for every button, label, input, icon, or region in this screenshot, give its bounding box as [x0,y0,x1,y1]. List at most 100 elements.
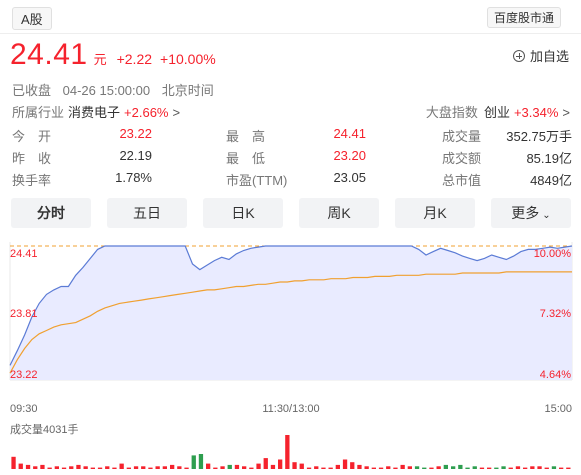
x-tick-label: 09:30 [10,403,38,415]
volume-bar [83,466,88,469]
stats-grid: 今 开 23.22 最 高 24.41 成交量 352.75万手 昨 收 22.… [12,126,572,192]
volume-bar [335,464,340,469]
volume-bar [213,467,218,469]
market-tag: A股 [12,7,52,30]
volume-bar [90,467,95,469]
volume-bar [458,464,463,469]
volume-bar [33,466,38,469]
chevron-right-icon: > [172,105,181,120]
plus-circle-icon [512,49,525,62]
tab-five-day[interactable]: 五日 [107,198,187,228]
volume-bar [314,466,319,469]
volume-bar [357,464,362,469]
volume-bar [69,466,74,469]
volume-bar [479,467,485,469]
stat-label: 昨 收 [12,151,52,166]
volume-bar [242,466,247,469]
x-tick-label: 15:00 [544,403,572,415]
y-right-tick-label: 7.32% [540,308,571,320]
volume-bar [263,458,268,469]
market-status: 已收盘 04-26 15:00:00 北京时间 [12,80,222,99]
stat-value: 23.05 [333,170,366,185]
volume-bar [551,466,557,469]
stat-value: 4849亿 [530,173,572,188]
volume-bar [25,464,31,469]
stat-label: 市盈(TTM) [226,173,288,188]
volume-bar [191,455,196,469]
volume-bar [126,467,131,469]
tab-daily-k[interactable]: 日K [203,198,283,228]
volume-bar [537,466,542,469]
volume-bar [451,466,456,469]
stats-row: 换手率 1.78% 市盈(TTM) 23.05 总市值 4849亿 [12,170,572,192]
tab-intraday[interactable]: 分时 [11,198,91,228]
stat-label: 最 高 [226,129,266,144]
volume-bar [429,467,434,469]
price-row: 24.41 元 +2.22 +10.00% [10,38,216,72]
volume-bar [234,464,240,469]
industry-label: 所属行业 [12,105,65,120]
volume-bar [18,463,23,469]
stats-row: 今 开 23.22 最 高 24.41 成交量 352.75万手 [12,126,572,148]
volume-bar [133,466,139,469]
market-index-label: 大盘指数 [425,105,478,120]
volume-bar [292,462,297,469]
volume-bar [162,466,167,469]
y-left-tick-label: 24.41 [10,248,38,260]
volume-bar [422,467,427,469]
industry-name: 消费电子 [68,105,121,120]
volume-bar [119,463,124,469]
volume-bar [177,466,182,469]
volume-bar [76,464,81,469]
volume-bar [508,467,513,469]
chevron-right-icon: > [562,105,570,120]
stat-label: 换手率 [12,173,52,188]
status-state: 已收盘 [12,83,52,98]
tab-label: 月K [423,205,447,221]
volume-bar [465,467,470,469]
tab-monthly-k[interactable]: 月K [395,198,475,228]
intraday-chart[interactable]: 24.41 23.81 23.22 10.00% 7.32% 4.64% 09:30 11:3… [0,240,581,475]
stat-label: 成交额 [442,151,482,166]
tab-weekly-k[interactable]: 周K [299,198,379,228]
volume-bar [148,467,153,469]
tab-label: 日K [231,205,255,221]
tab-label: 周K [327,205,351,221]
industry-link[interactable]: 所属行业 消费电子 +2.66% > [12,102,180,121]
volume-label: 成交量4031手 [10,422,78,436]
volume-bar [566,467,571,469]
volume-bar [47,467,52,469]
volume-bar [285,435,290,469]
volume-bar [472,466,477,469]
add-watchlist-button[interactable]: 加自选 [512,46,569,65]
stat-label: 最 低 [226,151,266,166]
stat-value: 24.41 [333,126,366,141]
volume-bar [328,467,333,469]
tab-more[interactable]: 更多 ⌄ [491,198,571,228]
volume-bar [378,467,384,469]
source-badge[interactable]: 百度股市通 [486,7,561,28]
stat-value: 22.19 [119,148,152,163]
chevron-down-icon: ⌄ [542,210,551,221]
volume-bar [523,467,528,469]
volume-bar [559,467,564,469]
volume-bar [206,463,211,469]
volume-bar [54,466,59,469]
status-timezone: 北京时间 [161,83,214,98]
volume-bar [436,466,441,469]
volume-bar [371,467,376,469]
volume-bar [544,467,549,469]
stat-label: 总市值 [442,173,482,188]
volume-bar [299,463,304,469]
y-right-tick-label: 10.00% [534,248,572,260]
stat-value: 23.22 [119,126,152,141]
stat-value: 1.78% [115,170,152,185]
volume-bar [141,466,146,469]
volume-bar [105,466,110,469]
volume-bar [350,462,355,469]
volume-bar [487,467,492,469]
volume-bar [97,467,103,469]
market-index-link[interactable]: 大盘指数 创业 +3.34% > [426,102,570,121]
volume-bar [386,466,391,469]
volume-bar [414,466,420,469]
